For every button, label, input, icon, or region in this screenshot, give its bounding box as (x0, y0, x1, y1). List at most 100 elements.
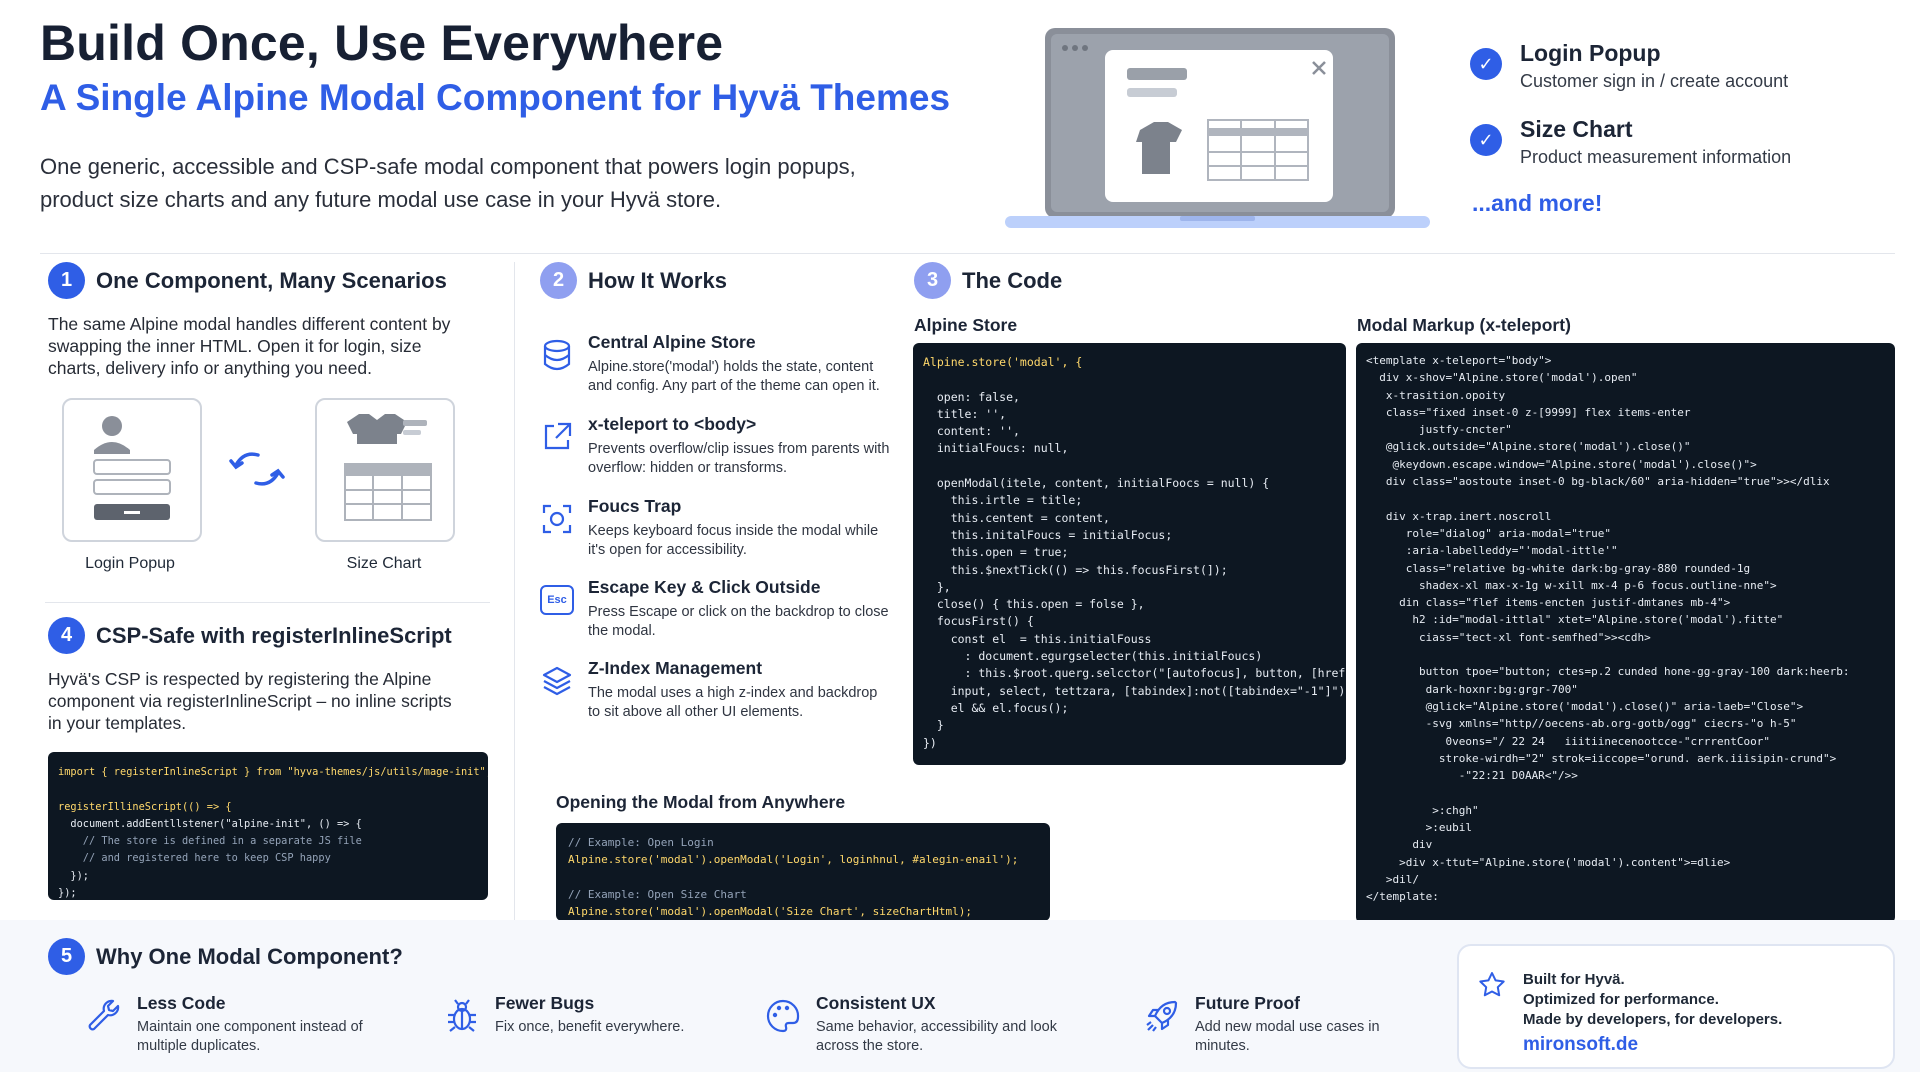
benefit-future-proof: Future Proof Add new modal use cases in … (1143, 993, 1413, 1056)
code-line: div class="aostoute inset-0 bg-black/60"… (1366, 475, 1830, 489)
benefit-title: Consistent UX (816, 993, 936, 1013)
how-item-desc: Press Escape or click on the backdrop to… (588, 604, 889, 639)
section-1-header: 1 One Component, Many Scenarios (48, 262, 447, 299)
code-line: div (1366, 838, 1433, 852)
palette-icon (766, 999, 800, 1033)
code-line: justfy-cncter" (1366, 423, 1512, 437)
credit-line: Built for Hyvä. (1523, 971, 1625, 988)
code-line: >:eubil (1366, 821, 1472, 835)
column-divider (514, 262, 515, 922)
code-line: }); (58, 887, 77, 900)
credit-line: Made by developers, for developers. (1523, 1011, 1783, 1028)
code-line: close() { this.open = folse }, (923, 597, 1145, 612)
intro-text: One generic, accessible and CSP-safe mod… (40, 154, 856, 212)
code-line: : this.$root.querg.selcctor("[autofocus]… (923, 666, 1346, 681)
code-line: ciass="tect-xl font-semfhed">><cdh> (1366, 630, 1651, 644)
code-line: focusFirst() { (923, 614, 1034, 629)
section-title: One Component, Many Scenarios (96, 267, 447, 293)
csp-code-block: import { registerInlineScript } from "hy… (48, 752, 488, 900)
benefit-title: Less Code (137, 993, 226, 1013)
code-line: >dil/ (1366, 872, 1419, 886)
code-line: </template: (1366, 890, 1439, 904)
how-item-title: Foucs Trap (588, 496, 682, 516)
code-line: }); (58, 869, 89, 882)
code-line: @keydown.escape.window="Alpine.store('mo… (1366, 457, 1757, 471)
code-line: const el = this.initialFouss (923, 631, 1152, 646)
how-item-teleport: x-teleport to <body> Prevents overflow/c… (540, 414, 890, 478)
markup-code-label: Modal Markup (x-teleport) (1357, 315, 1571, 335)
code-line: // Example: Open Login (568, 836, 714, 849)
and-more-text: ...and more! (1472, 190, 1603, 216)
hero-item-login: ✓ Login Popup Customer sign in / create … (1470, 40, 1890, 92)
how-item-focus-trap: Foucs Trap Keeps keyboard focus inside t… (540, 496, 890, 560)
size-chart-card (315, 398, 455, 542)
code-line: }) (923, 735, 937, 750)
bug-icon (448, 999, 476, 1032)
code-line: el && el.focus(); (923, 700, 1069, 715)
code-line: this.open = true; (923, 545, 1069, 560)
markup-code-block: <template x-teleport="body"> div x-shov=… (1356, 343, 1895, 923)
how-item-escape: Esc Escape Key & Click Outside Press Esc… (540, 577, 890, 641)
code-line: // The store is defined in a separate JS… (58, 835, 362, 848)
how-item-z-index: Z-Index Management The modal uses a high… (540, 658, 890, 722)
code-line: : document.egurgselecter(this.initialFou… (923, 649, 1263, 664)
login-popup-card (62, 398, 202, 542)
code-line: this.$nextTick(() => this.focusFirst(]); (923, 562, 1228, 577)
page-subtitle: A Single Alpine Modal Component for Hyvä… (40, 77, 951, 118)
section-number: 2 (540, 262, 577, 299)
credit-line: Optimized for performance. (1523, 991, 1719, 1008)
focus-target-icon (542, 504, 572, 534)
how-item-store: Central Alpine Store Alpine.store('modal… (540, 332, 890, 396)
esc-key-label: Esc (547, 594, 567, 606)
section-1-text: The same Alpine modal handles different … (48, 314, 451, 378)
how-item-title: x-teleport to <body> (588, 414, 757, 434)
benefit-title: Future Proof (1195, 993, 1300, 1013)
code-line: >:chgh" (1366, 803, 1479, 817)
hero-item-subtitle: Product measurement information (1520, 147, 1792, 167)
benefit-desc: Fix once, benefit everywhere. (495, 1019, 685, 1035)
section-4-text: Hyvä's CSP is respected by registering t… (48, 669, 452, 733)
hero-item-title: Login Popup (1520, 40, 1661, 66)
credit-website-link[interactable]: mironsoft.de (1523, 1034, 1782, 1056)
benefit-desc: Maintain one component instead of multip… (137, 1019, 363, 1054)
hero-item-size-chart: ✓ Size Chart Product measurement informa… (1470, 116, 1890, 168)
code-line: div x-shov="Alpine.store('modal').open" (1366, 371, 1638, 385)
code-line: Alpine.store('modal').openModal('Login',… (568, 853, 1019, 867)
card-label-size-chart: Size Chart (346, 555, 422, 572)
section-title: CSP-Safe with registerInlineScript (96, 622, 452, 648)
hero-item-subtitle: Customer sign in / create account (1520, 71, 1789, 91)
layers-icon (542, 666, 572, 696)
section-divider (45, 602, 490, 603)
how-item-desc: The modal uses a high z-index and backdr… (588, 685, 878, 720)
code-line: input, select, tettzara, [tabindex]:not(… (923, 683, 1346, 698)
hero-feature-list: ✓ Login Popup Customer sign in / create … (1470, 40, 1890, 192)
benefit-fewer-bugs: Fewer Bugs Fix once, benefit everywhere. (443, 993, 733, 1037)
code-line: open: false, (923, 389, 1020, 404)
how-item-desc: Prevents overflow/clip issues from paren… (588, 441, 890, 476)
code-line: initialFoucs: null, (923, 441, 1069, 456)
code-line: x-trasition.opoity (1366, 388, 1506, 402)
benefit-desc: Add new modal use cases in minutes. (1195, 1019, 1380, 1054)
external-link-icon (544, 422, 572, 450)
code-line: Alpine.store('modal').openModal('Size Ch… (568, 905, 972, 919)
check-icon: ✓ (1470, 124, 1502, 156)
section-5-header: 5 Why One Modal Component? (48, 938, 403, 975)
header-divider (40, 253, 1895, 254)
how-item-title: Z-Index Management (588, 658, 763, 678)
benefit-less-code: Less Code Maintain one component instead… (85, 993, 385, 1056)
code-line: this.irtle = title; (923, 493, 1083, 508)
section-title: Why One Modal Component? (96, 943, 403, 969)
code-line: <template x-teleport="body"> (1366, 354, 1552, 367)
hero-item-title: Size Chart (1520, 116, 1633, 142)
code-line: -"22:21 D0AAR<"/>> (1366, 769, 1578, 783)
code-line: registerIllineScript(() => { (58, 800, 232, 813)
how-item-title: Escape Key & Click Outside (588, 577, 821, 597)
credit-text-group: Built for Hyvä. Optimized for performanc… (1523, 970, 1782, 1056)
wrench-icon (88, 999, 120, 1031)
section-2-header: 2 How It Works (540, 262, 727, 299)
code-line: openModal(itele, content, initialFoocs =… (923, 476, 1270, 491)
